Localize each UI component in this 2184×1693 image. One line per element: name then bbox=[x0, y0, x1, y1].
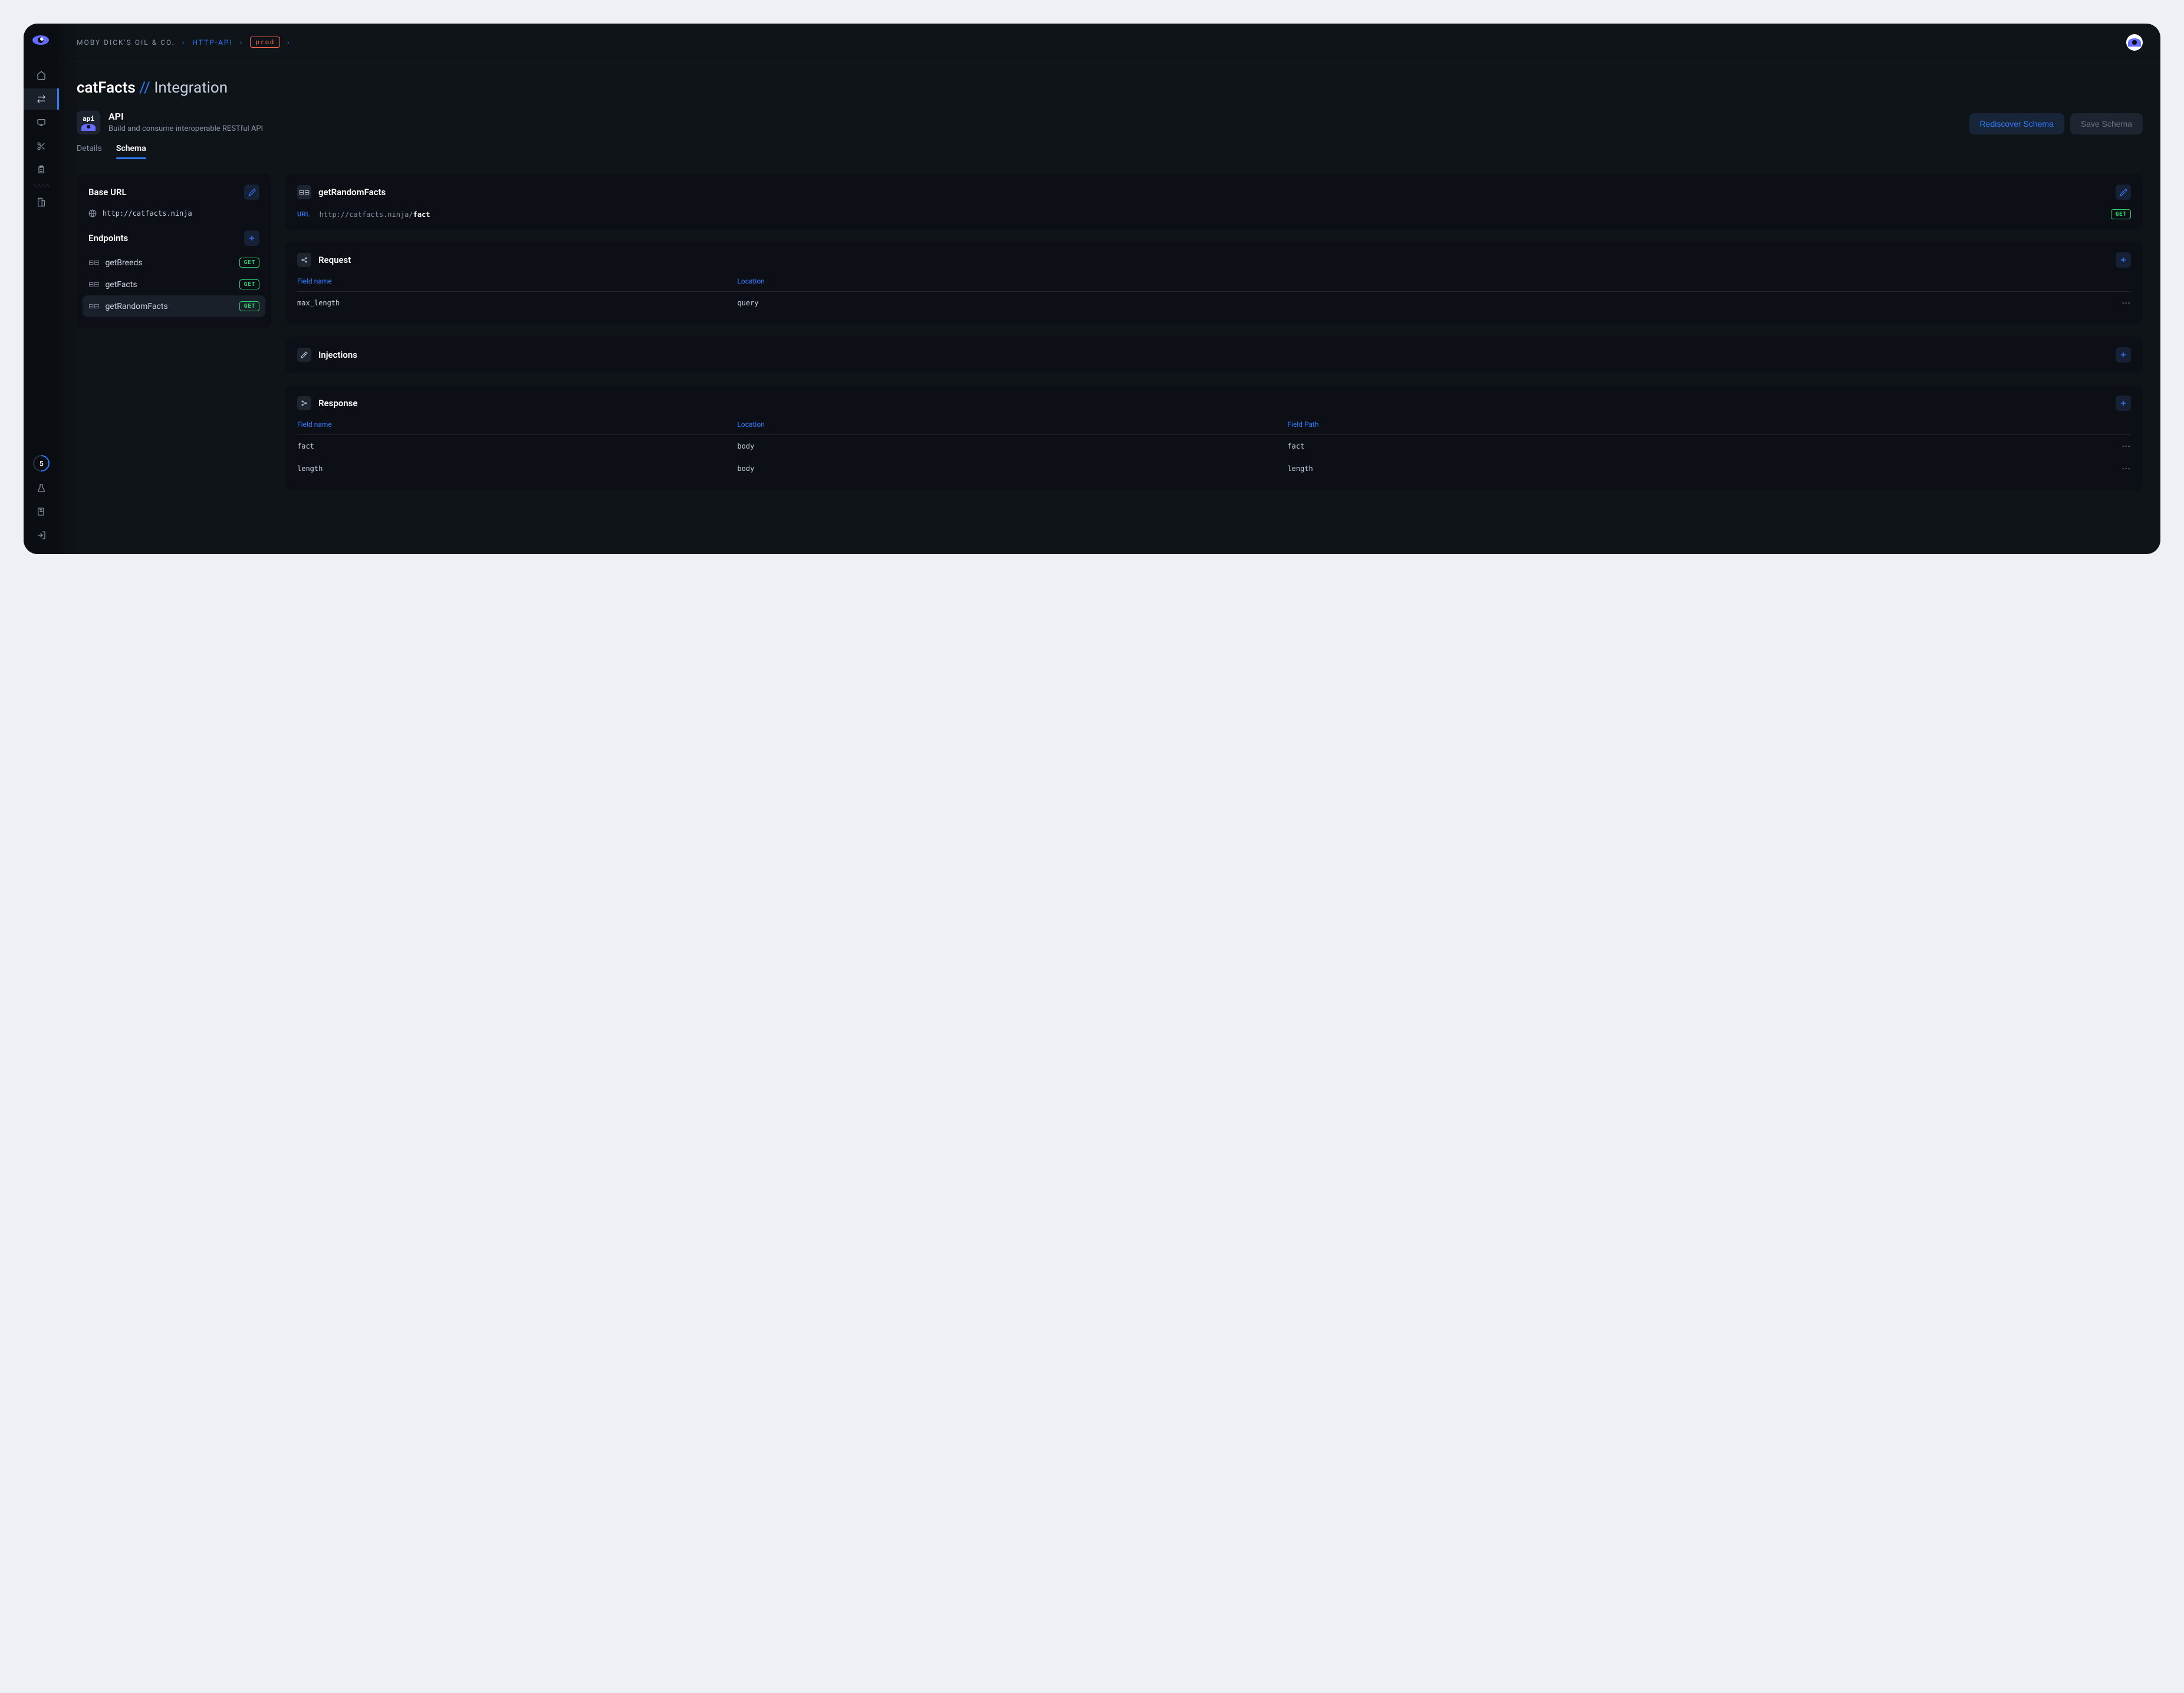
table-row: max_length query ··· bbox=[297, 292, 2131, 314]
edit-endpoint-button[interactable] bbox=[2116, 185, 2131, 200]
beaker-icon bbox=[37, 483, 46, 493]
endpoint-icon: ⊟⊟ bbox=[88, 281, 99, 288]
logout-icon bbox=[37, 531, 46, 540]
nav-organization[interactable] bbox=[24, 192, 59, 213]
main-area: MOBY DICK'S OIL & CO. › HTTP-API › prod … bbox=[59, 24, 2160, 554]
endpoint-url: http://catfacts.ninja/fact bbox=[320, 210, 430, 219]
method-badge: GET bbox=[239, 301, 259, 311]
breadcrumb: MOBY DICK'S OIL & CO. › HTTP-API › prod … bbox=[77, 37, 290, 48]
globe-icon bbox=[88, 209, 97, 218]
breadcrumb-project[interactable]: HTTP-API bbox=[192, 38, 232, 47]
injections-title: Injections bbox=[318, 350, 357, 360]
plus-icon bbox=[2119, 351, 2127, 359]
tab-details[interactable]: Details bbox=[77, 144, 102, 159]
table-header: Field name Location Field Path bbox=[297, 420, 2131, 435]
chevron-right-icon: › bbox=[287, 38, 291, 47]
plus-icon bbox=[2119, 399, 2127, 407]
endpoints-title: Endpoints bbox=[88, 233, 128, 243]
plus-icon bbox=[248, 234, 256, 242]
row-actions-button[interactable]: ··· bbox=[2113, 442, 2131, 450]
sidebar: ∿∿∿∿ 5 bbox=[24, 24, 59, 554]
app-logo[interactable] bbox=[32, 35, 50, 47]
pencil-icon bbox=[2120, 189, 2127, 196]
method-badge: GET bbox=[2111, 209, 2131, 219]
endpoint-detail-card: ⊟⊟ getRandomFacts URL http://c bbox=[285, 174, 2143, 230]
endpoint-item[interactable]: ⊟⊟ getRandomFacts GET bbox=[83, 295, 265, 317]
nav-clipboard[interactable] bbox=[24, 159, 59, 180]
endpoint-icon: ⊟⊟ bbox=[297, 185, 311, 199]
nav-monitor[interactable] bbox=[24, 112, 59, 133]
chevron-right-icon: › bbox=[182, 38, 186, 47]
table-header: Field name Location bbox=[297, 277, 2131, 292]
building-icon bbox=[37, 197, 46, 207]
response-icon bbox=[297, 396, 311, 410]
url-label: URL bbox=[297, 210, 310, 218]
add-request-field-button[interactable] bbox=[2116, 252, 2131, 268]
usage-counter[interactable]: 5 bbox=[29, 452, 53, 475]
rediscover-schema-button[interactable]: Rediscover Schema bbox=[1969, 113, 2064, 134]
endpoint-item[interactable]: ⊟⊟ getBreeds GET bbox=[83, 252, 265, 274]
api-icon: api bbox=[77, 111, 100, 134]
edit-base-url-button[interactable] bbox=[244, 185, 259, 200]
add-injection-button[interactable] bbox=[2116, 347, 2131, 363]
row-actions-button[interactable]: ··· bbox=[2113, 299, 2131, 307]
scroll-icon bbox=[37, 507, 46, 516]
plus-icon bbox=[2119, 256, 2127, 264]
endpoint-name: getFacts bbox=[105, 280, 137, 289]
home-icon bbox=[37, 71, 46, 80]
endpoint-icon: ⊟⊟ bbox=[88, 259, 99, 266]
tab-schema[interactable]: Schema bbox=[116, 144, 146, 159]
app-window: ∿∿∿∿ 5 MOBY DICK'S OIL & CO. › bbox=[24, 24, 2160, 554]
clipboard-icon bbox=[37, 165, 46, 174]
nav-scissors[interactable] bbox=[24, 136, 59, 157]
row-actions-button[interactable]: ··· bbox=[2113, 465, 2131, 473]
injections-icon bbox=[297, 348, 311, 362]
nav-docs[interactable] bbox=[37, 505, 46, 519]
endpoint-name: getRandomFacts bbox=[105, 302, 167, 311]
injections-card: Injections bbox=[285, 337, 2143, 373]
add-response-field-button[interactable] bbox=[2116, 396, 2131, 411]
base-url-title: Base URL bbox=[88, 187, 127, 197]
request-title: Request bbox=[318, 255, 351, 265]
endpoint-name: getBreeds bbox=[105, 258, 142, 268]
nav-integrations[interactable] bbox=[24, 88, 59, 110]
request-icon bbox=[297, 253, 311, 267]
response-title: Response bbox=[318, 398, 357, 409]
api-description: Build and consume interoperable RESTful … bbox=[108, 124, 263, 133]
monitor-icon bbox=[37, 118, 46, 127]
scissors-icon bbox=[37, 141, 46, 151]
page-title: catFacts // Integration bbox=[77, 79, 2143, 97]
eye-icon bbox=[2128, 38, 2141, 47]
swap-icon bbox=[37, 94, 46, 104]
content: catFacts // Integration api API Build an… bbox=[59, 61, 2160, 554]
base-url-value: http://catfacts.ninja bbox=[103, 209, 192, 218]
chevron-right-icon: › bbox=[240, 38, 244, 47]
request-card: Request Field name Location bbox=[285, 242, 2143, 325]
sidebar-divider: ∿∿∿∿ bbox=[32, 183, 50, 189]
response-card: Response Field name Location Field Path bbox=[285, 385, 2143, 490]
nav-beaker[interactable] bbox=[37, 481, 46, 495]
nav-home[interactable] bbox=[24, 65, 59, 86]
api-header: api API Build and consume interoperable … bbox=[77, 111, 263, 134]
env-tag[interactable]: prod bbox=[250, 37, 280, 48]
add-endpoint-button[interactable] bbox=[244, 230, 259, 246]
base-url-card: Base URL http://catfacts.ninja bbox=[77, 174, 271, 328]
save-schema-button: Save Schema bbox=[2070, 113, 2143, 134]
tabs: Details Schema bbox=[77, 144, 2143, 160]
user-avatar[interactable] bbox=[2126, 34, 2143, 51]
endpoint-detail-name: getRandomFacts bbox=[318, 187, 386, 197]
nav-logout[interactable] bbox=[37, 528, 46, 542]
breadcrumb-org[interactable]: MOBY DICK'S OIL & CO. bbox=[77, 38, 175, 47]
pencil-icon bbox=[248, 189, 256, 196]
endpoint-item[interactable]: ⊟⊟ getFacts GET bbox=[83, 274, 265, 295]
method-badge: GET bbox=[239, 258, 259, 268]
table-row: fact body fact ··· bbox=[297, 435, 2131, 457]
table-row: length body length ··· bbox=[297, 457, 2131, 480]
endpoint-icon: ⊟⊟ bbox=[88, 302, 99, 310]
api-title: API bbox=[108, 111, 263, 122]
method-badge: GET bbox=[239, 279, 259, 289]
topbar: MOBY DICK'S OIL & CO. › HTTP-API › prod … bbox=[59, 24, 2160, 61]
